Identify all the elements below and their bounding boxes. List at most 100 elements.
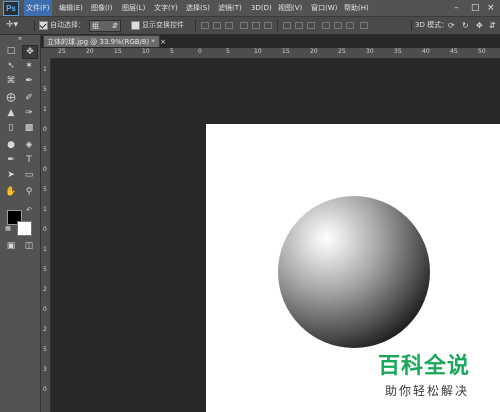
ruler-corner[interactable] — [41, 48, 50, 58]
menu-3d[interactable]: 3D(D) — [251, 0, 272, 16]
options-bar: ✛▾ 自动选择： 组 ⇵ 显示变换控件 3D 模式： ⟳ ↻ ✥ ⇵ — [0, 17, 500, 35]
ruler-tick-label: 0 — [43, 306, 47, 313]
rect-marquee-tool-icon[interactable]: □ — [4, 45, 18, 57]
ruler-tick-label: 0 — [43, 386, 47, 393]
ruler-tick-label: 1 — [43, 246, 47, 253]
ruler-tick-label: 5 — [43, 86, 47, 93]
ruler-tick-label: 0 — [198, 48, 202, 55]
3d-mode-label: 3D 模式： — [415, 21, 449, 29]
menu-select[interactable]: 选择(S) — [186, 0, 210, 16]
eraser-tool-icon[interactable]: ▯ — [4, 122, 18, 134]
auto-select-checkbox[interactable] — [39, 21, 48, 30]
crop-tool-icon[interactable]: ⌘ — [4, 75, 18, 87]
healing-brush-tool-icon[interactable]: ⨁ — [4, 92, 18, 104]
ruler-tick-label: 45 — [450, 48, 458, 55]
3d-slide-icon[interactable]: ⇵ — [489, 20, 496, 31]
close-window-icon[interactable]: × — [487, 0, 495, 16]
photoshop-logo: Ps — [3, 1, 19, 16]
lasso-tool-icon[interactable]: ➴ — [4, 60, 18, 72]
menu-bar: Ps 文件(F) 编辑(E) 图像(I) 图层(L) 文字(Y) 选择(S) 滤… — [0, 0, 500, 17]
ruler-tick-label: 0 — [43, 226, 47, 233]
pen-tool-icon[interactable]: ✒ — [4, 154, 18, 166]
close-tab-icon[interactable]: × — [160, 38, 166, 46]
path-select-tool-icon[interactable]: ➤ — [4, 169, 18, 181]
chevron-down-icon: ⇵ — [112, 22, 118, 30]
menu-type[interactable]: 文字(Y) — [154, 0, 178, 16]
gradient-tool-icon[interactable]: ▩ — [22, 122, 36, 134]
distribute-hcenter-icon[interactable] — [334, 22, 342, 29]
align-top-icon[interactable] — [201, 22, 209, 29]
quick-mask-icon[interactable]: ▣ — [4, 240, 18, 252]
separator — [277, 20, 278, 31]
default-colors-icon[interactable]: ▦ — [4, 225, 12, 233]
blur-tool-icon[interactable]: ● — [4, 139, 18, 151]
sphere-image — [278, 196, 430, 348]
document-tab-title: 立体的球.jpg @ 33.9%(RGB/8) * — [47, 38, 155, 46]
align-vcenter-icon[interactable] — [213, 22, 221, 29]
ruler-tick-label: 20 — [310, 48, 318, 55]
distribute-top-icon[interactable] — [283, 22, 291, 29]
ruler-tick-label: 5 — [43, 266, 47, 273]
distribute-vcenter-icon[interactable] — [295, 22, 303, 29]
3d-pan-icon[interactable]: ✥ — [476, 20, 483, 31]
distribute-left-icon[interactable] — [322, 22, 330, 29]
brush-tool-icon[interactable]: ✐ — [22, 92, 36, 104]
distribute-bottom-icon[interactable] — [307, 22, 315, 29]
3d-rotate-icon[interactable]: ⟳ — [448, 20, 455, 31]
ruler-tick-label: 1 — [43, 106, 47, 113]
ruler-tick-label: 1 — [43, 206, 47, 213]
quick-select-tool-icon[interactable]: ✶ — [22, 60, 36, 72]
ruler-tick-label: 2 — [43, 326, 47, 333]
menu-file[interactable]: 文件(F) — [24, 0, 52, 16]
swap-colors-icon[interactable]: ↶ — [25, 206, 33, 214]
ruler-tick-label: 40 — [422, 48, 430, 55]
ruler-tick-label: 5 — [43, 186, 47, 193]
history-brush-tool-icon[interactable]: ✑ — [22, 107, 36, 119]
menu-edit[interactable]: 编辑(E) — [59, 0, 83, 16]
eyedropper-tool-icon[interactable]: ✒ — [22, 75, 36, 87]
ruler-tick-label: 3 — [43, 366, 47, 373]
background-color-swatch[interactable] — [17, 221, 32, 236]
dodge-tool-icon[interactable]: ◈ — [22, 139, 36, 151]
ruler-tick-label: 5 — [43, 346, 47, 353]
restore-icon[interactable]: □ — [471, 0, 480, 16]
ruler-tick-label: 5 — [43, 146, 47, 153]
screen-mode-icon[interactable]: ◫ — [22, 240, 36, 252]
zoom-tool-icon[interactable]: ⚲ — [22, 186, 36, 198]
shape-tool-icon[interactable]: ▭ — [22, 169, 36, 181]
ruler-tick-label: 15 — [282, 48, 290, 55]
horizontal-ruler[interactable]: 25 20 15 10 5 0 5 10 15 20 25 30 35 40 45 50 — [50, 48, 500, 59]
type-tool-icon[interactable]: T — [22, 154, 36, 166]
auto-select-dropdown[interactable]: 组 ⇵ — [89, 20, 121, 32]
align-hcenter-icon[interactable] — [252, 22, 260, 29]
document-tab[interactable]: 立体的球.jpg @ 33.9%(RGB/8) * × — [43, 35, 166, 47]
menu-image[interactable]: 图像(I) — [91, 0, 113, 16]
3d-roll-icon[interactable]: ↻ — [462, 20, 469, 31]
tools-panel: ≡ ✥ □ ➴ ✶ ⌘ ✒ ⨁ ✐ ▲ ✑ ▯ ▩ ● ◈ ✒ T ➤ ▭ ✋ … — [0, 35, 41, 412]
menu-filter[interactable]: 滤镜(T) — [218, 0, 242, 16]
auto-select-label: 自动选择： — [50, 21, 85, 29]
align-bottom-icon[interactable] — [225, 22, 233, 29]
minimize-icon[interactable]: – — [454, 0, 459, 16]
menu-layer[interactable]: 图层(L) — [122, 0, 145, 16]
align-left-icon[interactable] — [240, 22, 248, 29]
ruler-tick-label: 10 — [142, 48, 150, 55]
watermark-subtitle: 助你轻松解决 — [385, 384, 470, 398]
ruler-tick-label: 35 — [394, 48, 402, 55]
distribute-right-icon[interactable] — [346, 22, 354, 29]
ruler-tick-label: 2 — [43, 286, 47, 293]
clone-stamp-tool-icon[interactable]: ▲ — [4, 107, 18, 119]
menu-view[interactable]: 视图(V) — [278, 0, 302, 16]
menu-window[interactable]: 窗口(W) — [311, 0, 337, 16]
ruler-tick-label: 5 — [226, 48, 230, 55]
show-transform-checkbox[interactable] — [131, 21, 140, 30]
align-right-icon[interactable] — [264, 22, 272, 29]
move-tool-preset-icon[interactable]: ✛▾ — [6, 20, 18, 31]
auto-align-icon[interactable] — [360, 22, 368, 29]
menu-help[interactable]: 帮助(H) — [344, 0, 369, 16]
vertical-ruler[interactable]: 15105051015202530 — [41, 58, 51, 412]
move-tool-icon[interactable]: ✥ — [22, 45, 38, 59]
hand-tool-icon[interactable]: ✋ — [4, 186, 18, 198]
panel-grip-icon[interactable]: ≡ — [2, 37, 38, 42]
ruler-tick-label: 25 — [58, 48, 66, 55]
